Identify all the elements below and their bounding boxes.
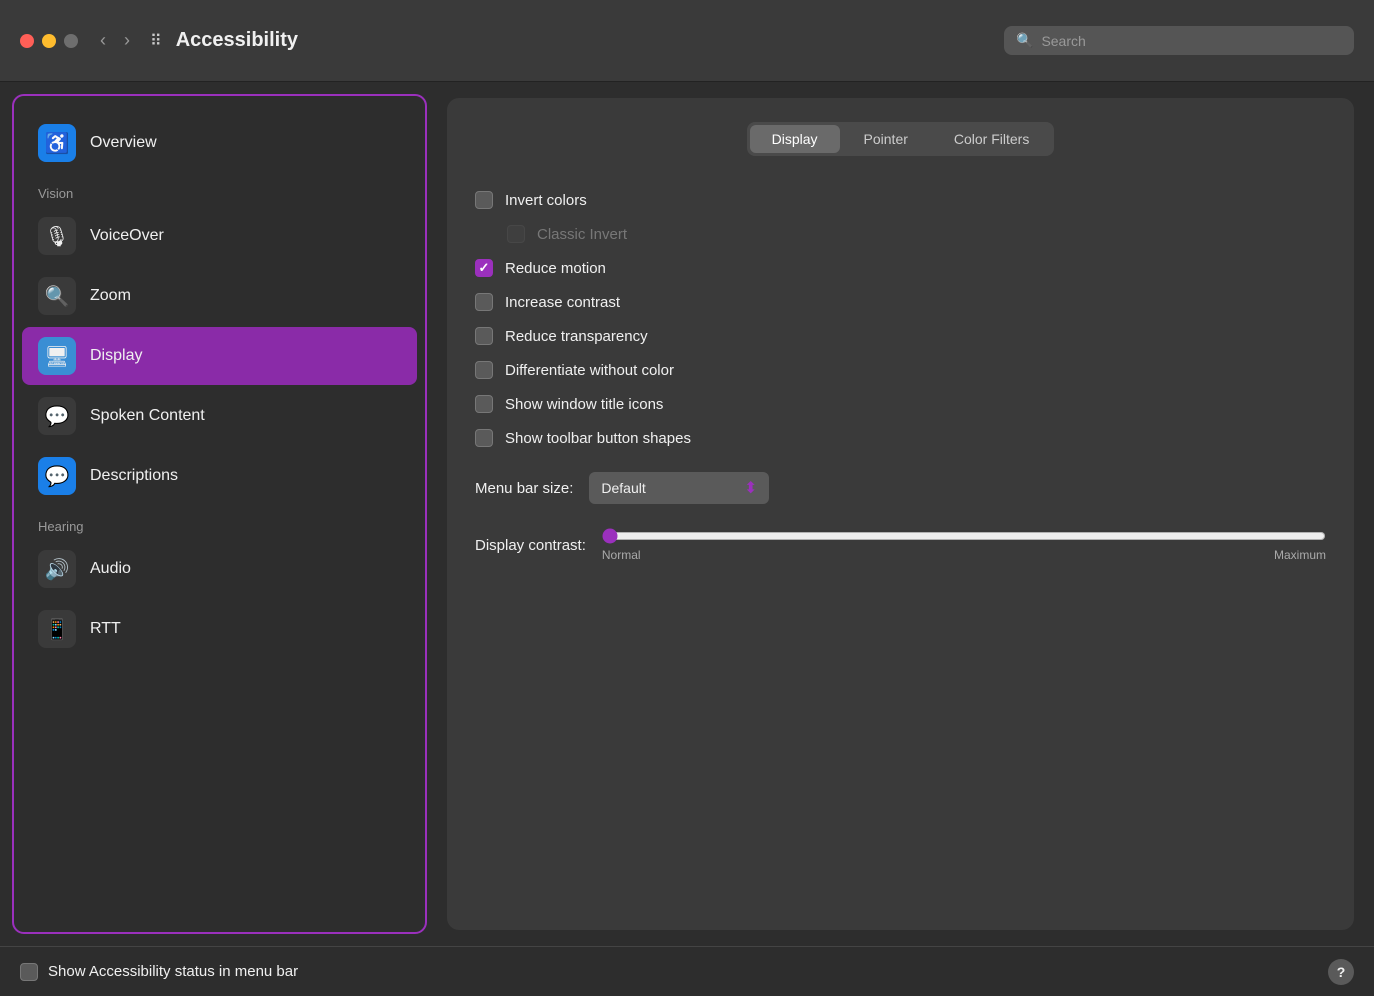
setting-row-classic-invert: Classic Invert xyxy=(475,218,1326,250)
display-contrast-row: Display contrast: Normal Maximum xyxy=(475,512,1326,566)
right-panel: Display Pointer Color Filters Invert col… xyxy=(427,82,1374,946)
sidebar-display-label: Display xyxy=(90,347,142,365)
menu-bar-size-label: Menu bar size: xyxy=(475,480,573,497)
sidebar-item-display[interactable]: 🖥 Display xyxy=(22,327,417,385)
close-button[interactable] xyxy=(20,34,34,48)
menu-bar-size-row: Menu bar size: Default ⬍ xyxy=(475,454,1326,512)
sidebar-item-spoken-content[interactable]: 💬 Spoken Content xyxy=(22,387,417,445)
contrast-label: Display contrast: xyxy=(475,537,586,554)
titlebar: ‹ › ⠿ Accessibility 🔍 xyxy=(0,0,1374,82)
zoom-icon: 🔍 xyxy=(38,277,76,315)
menu-bar-size-value: Default xyxy=(601,480,736,496)
accessibility-status-label: Show Accessibility status in menu bar xyxy=(48,963,298,980)
differentiate-without-color-label: Differentiate without color xyxy=(505,362,674,379)
hearing-section-header: Hearing xyxy=(14,507,425,538)
audio-icon: 🔊 xyxy=(38,550,76,588)
search-input[interactable] xyxy=(1041,33,1342,49)
sidebar-voiceover-label: VoiceOver xyxy=(90,227,164,245)
slider-max-label: Maximum xyxy=(1274,548,1326,562)
sidebar-rtt-label: RTT xyxy=(90,620,121,638)
sidebar-item-zoom[interactable]: 🔍 Zoom xyxy=(22,267,417,325)
bottom-bar: Show Accessibility status in menu bar ? xyxy=(0,946,1374,996)
voiceover-icon: 🎙 xyxy=(38,217,76,255)
vision-section-header: Vision xyxy=(14,174,425,205)
reduce-transparency-checkbox[interactable] xyxy=(475,327,493,345)
tab-color-filters[interactable]: Color Filters xyxy=(932,125,1051,153)
search-box[interactable]: 🔍 xyxy=(1004,26,1354,55)
sidebar-item-rtt[interactable]: 📱 RTT xyxy=(22,600,417,658)
show-toolbar-button-shapes-checkbox[interactable] xyxy=(475,429,493,447)
panel-card: Display Pointer Color Filters Invert col… xyxy=(447,98,1354,930)
slider-min-label: Normal xyxy=(602,548,641,562)
show-window-title-icons-label: Show window title icons xyxy=(505,396,663,413)
display-icon: 🖥 xyxy=(38,337,76,375)
sidebar-audio-label: Audio xyxy=(90,560,131,578)
fullscreen-button[interactable] xyxy=(64,34,78,48)
setting-row-reduce-motion: Reduce motion xyxy=(475,252,1326,284)
increase-contrast-label: Increase contrast xyxy=(505,294,620,311)
tabs: Display Pointer Color Filters xyxy=(475,122,1326,156)
help-button[interactable]: ? xyxy=(1328,959,1354,985)
tab-pointer[interactable]: Pointer xyxy=(842,125,930,153)
setting-row-differentiate-without-color: Differentiate without color xyxy=(475,354,1326,386)
nav-buttons: ‹ › xyxy=(94,28,136,53)
tab-display[interactable]: Display xyxy=(750,125,840,153)
tab-group: Display Pointer Color Filters xyxy=(747,122,1055,156)
stepper-icon: ⬍ xyxy=(744,478,757,498)
sidebar: ♿ Overview Vision 🎙 VoiceOver 🔍 Zoom 🖥 D… xyxy=(12,94,427,934)
spoken-content-icon: 💬 xyxy=(38,397,76,435)
main-content: ♿ Overview Vision 🎙 VoiceOver 🔍 Zoom 🖥 D… xyxy=(0,82,1374,946)
setting-row-show-window-title-icons: Show window title icons xyxy=(475,388,1326,420)
descriptions-icon: 💬 xyxy=(38,457,76,495)
sidebar-spoken-content-label: Spoken Content xyxy=(90,407,205,425)
sidebar-overview-label: Overview xyxy=(90,134,157,152)
menu-bar-size-select[interactable]: Default ⬍ xyxy=(589,472,769,504)
increase-contrast-checkbox[interactable] xyxy=(475,293,493,311)
sidebar-item-overview[interactable]: ♿ Overview xyxy=(22,114,417,172)
reduce-motion-checkbox[interactable] xyxy=(475,259,493,277)
classic-invert-label: Classic Invert xyxy=(537,226,627,243)
reduce-motion-label: Reduce motion xyxy=(505,260,606,277)
setting-row-reduce-transparency: Reduce transparency xyxy=(475,320,1326,352)
sidebar-zoom-label: Zoom xyxy=(90,287,131,305)
overview-icon: ♿ xyxy=(38,124,76,162)
accessibility-status-checkbox[interactable] xyxy=(20,963,38,981)
differentiate-without-color-checkbox[interactable] xyxy=(475,361,493,379)
settings-list: Invert colors Classic Invert Reduce moti… xyxy=(475,184,1326,454)
forward-button[interactable]: › xyxy=(118,28,136,53)
slider-container: Normal Maximum xyxy=(602,528,1326,562)
invert-colors-checkbox[interactable] xyxy=(475,191,493,209)
classic-invert-checkbox[interactable] xyxy=(507,225,525,243)
sidebar-item-voiceover[interactable]: 🎙 VoiceOver xyxy=(22,207,417,265)
grid-icon: ⠿ xyxy=(150,31,162,51)
setting-row-invert-colors: Invert colors xyxy=(475,184,1326,216)
window-title: Accessibility xyxy=(176,29,1004,52)
search-icon: 🔍 xyxy=(1016,32,1033,49)
back-button[interactable]: ‹ xyxy=(94,28,112,53)
traffic-lights xyxy=(20,34,78,48)
invert-colors-label: Invert colors xyxy=(505,192,587,209)
show-toolbar-button-shapes-label: Show toolbar button shapes xyxy=(505,430,691,447)
sidebar-item-descriptions[interactable]: 💬 Descriptions xyxy=(22,447,417,505)
slider-labels: Normal Maximum xyxy=(602,548,1326,562)
minimize-button[interactable] xyxy=(42,34,56,48)
setting-row-increase-contrast: Increase contrast xyxy=(475,286,1326,318)
sidebar-item-audio[interactable]: 🔊 Audio xyxy=(22,540,417,598)
setting-row-show-toolbar-button-shapes: Show toolbar button shapes xyxy=(475,422,1326,454)
sidebar-descriptions-label: Descriptions xyxy=(90,467,178,485)
reduce-transparency-label: Reduce transparency xyxy=(505,328,648,345)
rtt-icon: 📱 xyxy=(38,610,76,648)
contrast-slider[interactable] xyxy=(602,528,1326,544)
show-window-title-icons-checkbox[interactable] xyxy=(475,395,493,413)
bottom-left: Show Accessibility status in menu bar xyxy=(20,963,298,981)
